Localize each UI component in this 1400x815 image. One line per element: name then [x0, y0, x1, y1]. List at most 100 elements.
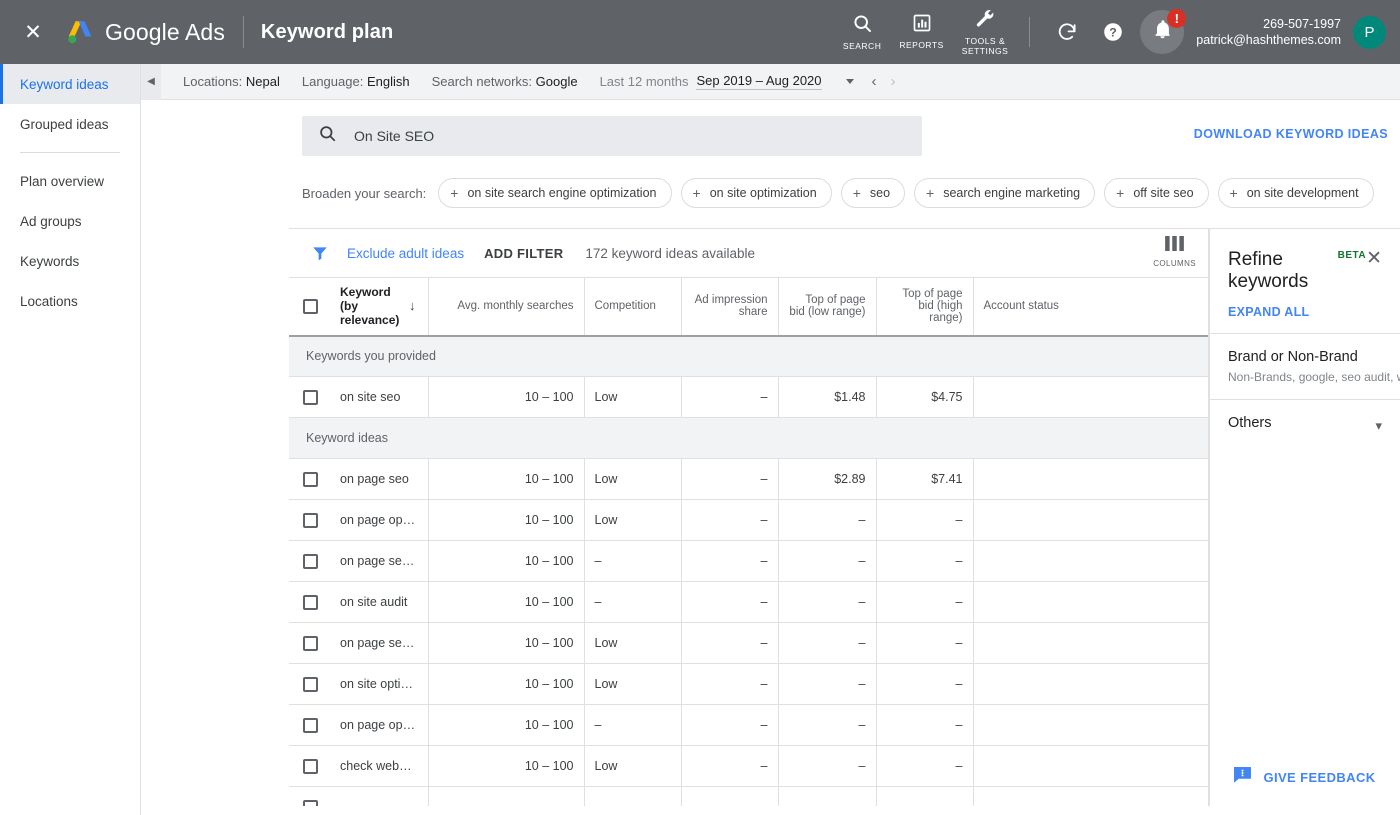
row-checkbox[interactable] [303, 594, 318, 610]
sidebar-item-label: Plan overview [20, 173, 105, 189]
sidebar-item-plan-overview[interactable]: Plan overview [0, 161, 140, 201]
row-checkbox[interactable] [303, 717, 318, 733]
download-keyword-ideas-button[interactable]: DOWNLOAD KEYWORD IDEAS [1194, 127, 1388, 141]
broaden-chip[interactable]: + on site optimization [680, 178, 832, 208]
row-checkbox[interactable] [303, 512, 318, 528]
reports-tool-button[interactable]: REPORTS [890, 13, 952, 51]
broaden-chip[interactable]: + seo [840, 178, 906, 208]
column-header-top-of-page-bid-low[interactable]: Top of page bid (low range) [778, 277, 877, 337]
account-id: 269-507-1997 [1263, 17, 1341, 31]
row-checkbox[interactable] [303, 471, 318, 487]
search-input[interactable]: On Site SEO [302, 116, 922, 156]
row-checkbox[interactable] [303, 553, 318, 569]
filter-language[interactable]: Language: English [302, 74, 410, 89]
cell-ad-impression-share [681, 786, 779, 806]
table-row[interactable]: on page opti… 10 – 100 Low – – – [289, 499, 1208, 541]
column-header-top-of-page-bid-high[interactable]: Top of page bid (high range) [876, 277, 974, 337]
header-actions: SEARCH REPORTS TOOLS & SETTINGS ? ! 269-… [834, 0, 1386, 64]
table-row[interactable]: on page seo 10 – 100 Low – $2.89 $7.41 [289, 458, 1208, 500]
give-feedback-button[interactable]: GIVE FEEDBACK [1210, 767, 1400, 788]
exclude-adult-ideas-link[interactable]: Exclude adult ideas [347, 246, 464, 261]
avatar[interactable]: P [1353, 15, 1386, 49]
broaden-chip[interactable]: + on site development [1217, 178, 1374, 208]
notifications-button[interactable]: ! [1140, 9, 1187, 54]
table-row-partial[interactable] [289, 786, 1208, 806]
table-row[interactable]: on page opti… 10 – 100 – – – – [289, 704, 1208, 746]
column-header-keyword[interactable]: Keyword (by relevance) ↓ [332, 277, 429, 337]
sidebar-item-locations[interactable]: Locations [0, 281, 140, 321]
refine-section-brand-or-non-brand[interactable]: Brand or Non-Brand Non-Brands, google, s… [1210, 333, 1400, 399]
cell-bid-low: $2.89 [778, 458, 877, 500]
prev-period-icon[interactable]: ‹ [872, 74, 877, 89]
row-checkbox[interactable] [303, 635, 318, 651]
sidebar-item-keywords[interactable]: Keywords [0, 241, 140, 281]
search-tool-button[interactable]: SEARCH [834, 13, 890, 52]
column-header-ad-impression-share[interactable]: Ad impression share [681, 277, 779, 337]
table-row[interactable]: on site optimi… 10 – 100 Low – – – [289, 663, 1208, 705]
keyword-ideas-available-text: 172 keyword ideas available [585, 245, 755, 261]
broaden-chip[interactable]: + on site search engine optimization [438, 178, 672, 208]
cell-competition: Low [584, 458, 682, 500]
help-icon[interactable]: ? [1093, 12, 1133, 52]
column-header-competition[interactable]: Competition [584, 277, 682, 337]
close-icon[interactable]: ✕ [18, 17, 48, 47]
sort-descending-icon[interactable]: ↓ [409, 298, 416, 313]
filter-locations[interactable]: Locations: Nepal [183, 74, 280, 89]
broaden-chip[interactable]: + search engine marketing [914, 178, 1096, 208]
cell-keyword: on page seo [332, 458, 429, 500]
expand-all-button[interactable]: EXPAND ALL [1210, 293, 1400, 333]
row-checkbox[interactable] [303, 676, 318, 692]
cell-keyword: on page opti… [332, 704, 429, 746]
row-checkbox[interactable] [303, 799, 318, 806]
funnel-icon[interactable] [311, 244, 329, 262]
next-period-icon[interactable]: › [891, 74, 896, 89]
plus-icon: + [852, 185, 861, 201]
cell-bid-low: – [778, 704, 877, 746]
brand-name: Google Ads [105, 18, 225, 45]
caret-down-icon[interactable] [845, 79, 854, 84]
close-icon[interactable]: ✕ [1366, 249, 1382, 268]
chevron-down-icon[interactable]: ▾ [1375, 414, 1382, 434]
google-ads-logo-icon [66, 19, 94, 45]
row-checkbox[interactable] [303, 758, 318, 774]
row-checkbox[interactable] [303, 389, 318, 405]
date-range-value[interactable]: Sep 2019 – Aug 2020 [696, 73, 822, 90]
top-header: ✕ Google Ads Keyword plan SEARCH REPORTS… [0, 0, 1400, 64]
sidebar-item-keyword-ideas[interactable]: Keyword ideas [0, 64, 140, 104]
cell-bid-high: $4.75 [876, 376, 974, 418]
column-header-account-status[interactable]: Account status [973, 277, 1208, 337]
table-row[interactable]: on site audit 10 – 100 – – – – [289, 581, 1208, 623]
cell-competition: Low [584, 663, 682, 705]
refresh-icon[interactable] [1047, 12, 1087, 52]
row-checkbox-cell [289, 663, 332, 705]
broaden-chip-label: on site optimization [709, 186, 817, 200]
row-checkbox-cell [289, 376, 332, 418]
sidebar-item-grouped-ideas[interactable]: Grouped ideas [0, 104, 140, 144]
refine-section-others[interactable]: Others ▾ [1210, 398, 1400, 455]
table-row[interactable]: on page seo … 10 – 100 Low – – – [289, 622, 1208, 664]
row-checkbox-cell [289, 458, 332, 500]
sidebar-item-ad-groups[interactable]: Ad groups [0, 201, 140, 241]
refine-keywords-panel: Refine keywords BETA ✕ EXPAND ALL Brand … [1209, 228, 1400, 806]
table-row[interactable]: on site seo 10 – 100 Low – $1.48 $4.75 [289, 376, 1208, 418]
cell-bid-low: $1.48 [778, 376, 877, 418]
chevron-left-icon[interactable]: ◀ [141, 63, 161, 100]
beta-badge: BETA [1337, 250, 1367, 261]
select-all-checkbox[interactable] [303, 298, 318, 314]
broaden-chip-label: seo [869, 186, 891, 200]
add-filter-button[interactable]: ADD FILTER [484, 246, 563, 261]
table-row[interactable]: on page seo … 10 – 100 – – – – [289, 540, 1208, 582]
cell-bid-high: – [876, 745, 974, 787]
reports-icon [912, 13, 932, 38]
group-title: Keywords you provided [289, 335, 1208, 377]
sidebar: Keyword ideas Grouped ideas Plan overvie… [0, 64, 141, 815]
tools-settings-button[interactable]: TOOLS & SETTINGS [953, 8, 1018, 56]
filter-networks[interactable]: Search networks: Google [432, 74, 578, 89]
plus-icon: + [692, 185, 701, 201]
table-row[interactable]: check websit… 10 – 100 Low – – – [289, 745, 1208, 787]
cell-account-status [973, 704, 1208, 746]
columns-button[interactable]: COLUMNS [1153, 236, 1196, 270]
account-info: 269-507-1997 patrick@hashthemes.com [1196, 16, 1341, 48]
broaden-chip[interactable]: + off site seo [1104, 178, 1209, 208]
column-header-avg-monthly-searches[interactable]: Avg. monthly searches [428, 277, 585, 337]
